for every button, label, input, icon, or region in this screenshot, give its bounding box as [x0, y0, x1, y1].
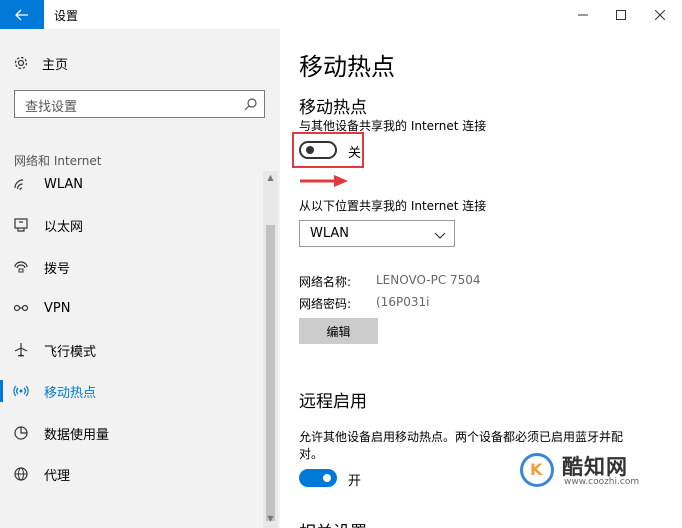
sidebar-home[interactable]: 主页 — [12, 53, 68, 73]
sidebar-item-hotspot[interactable]: 移动热点 — [0, 374, 262, 408]
remote-desc-line2: 对。 — [299, 447, 324, 461]
gear-icon — [12, 54, 30, 72]
dialup-icon — [12, 258, 30, 276]
remote-desc-line1: 允许其他设备启用移动热点。两个设备都必须已启用蓝牙并配 — [299, 430, 624, 444]
maximize-icon — [616, 9, 626, 20]
data-usage-icon — [12, 424, 30, 442]
hotspot-toggle[interactable] — [299, 141, 337, 159]
sidebar-item-label: 代理 — [44, 468, 71, 484]
share-from-value: WLAN — [310, 226, 350, 241]
sidebar-home-label: 主页 — [42, 57, 69, 73]
page-title: 移动热点 — [299, 53, 395, 81]
hotspot-section-title: 移动热点 — [299, 98, 367, 118]
main-content: 移动热点 移动热点 与其他设备共享我的 Internet 连接 关 从以下位置共… — [280, 29, 682, 528]
wifi-icon — [12, 175, 30, 193]
sidebar-item-wlan[interactable]: WLAN — [0, 167, 262, 201]
sidebar-item-label: 移动热点 — [44, 385, 97, 401]
title-bar: 设置 — [0, 0, 682, 29]
close-button[interactable] — [643, 0, 677, 29]
toggle-knob — [306, 146, 314, 154]
scroll-thumb[interactable] — [266, 225, 275, 521]
globe-icon — [12, 465, 30, 483]
ethernet-icon — [12, 216, 30, 234]
sidebar-item-dialup[interactable]: 拨号 — [0, 250, 262, 284]
network-name-label: 网络名称: — [299, 275, 352, 289]
remote-toggle[interactable] — [299, 469, 337, 487]
airplane-icon — [12, 341, 30, 359]
chevron-down-icon — [434, 226, 446, 245]
sidebar-item-label: 数据使用量 — [44, 427, 110, 443]
sidebar-item-ethernet[interactable]: 以太网 — [0, 208, 262, 242]
toggle-knob — [323, 474, 331, 482]
back-arrow-icon — [15, 9, 28, 20]
sidebar-item-label: 以太网 — [44, 219, 84, 235]
edit-button[interactable]: 编辑 — [299, 318, 378, 344]
network-password-value: (16P031i — [376, 295, 430, 309]
remote-toggle-state: 开 — [348, 474, 362, 489]
watermark: K 酷知网 www.coozhi.com — [508, 445, 678, 497]
sidebar-item-data-usage[interactable]: 数据使用量 — [0, 416, 262, 450]
search-input[interactable]: 查找设置 — [14, 90, 265, 118]
minimize-button[interactable] — [566, 0, 600, 29]
back-button[interactable] — [0, 0, 44, 29]
close-icon — [655, 9, 665, 20]
sidebar-item-label: VPN — [44, 300, 71, 316]
scroll-down-icon[interactable]: ▼ — [263, 514, 278, 526]
network-name-value: LENOVO-PC 7504 — [376, 273, 481, 287]
hotspot-icon — [12, 382, 30, 400]
share-from-label: 从以下位置共享我的 Internet 连接 — [299, 199, 487, 213]
minimize-icon — [578, 14, 588, 15]
sidebar-item-label: 拨号 — [44, 261, 71, 277]
hotspot-toggle-state: 关 — [348, 146, 362, 161]
active-indicator — [0, 380, 3, 402]
sidebar-item-label: 飞行模式 — [44, 344, 97, 360]
share-from-dropdown[interactable]: WLAN — [299, 220, 455, 247]
related-settings-title: 相关设置 — [299, 518, 367, 528]
sidebar-item-label: WLAN — [44, 176, 84, 192]
maximize-button[interactable] — [604, 0, 638, 29]
sidebar-scrollbar[interactable]: ▲ ▼ — [263, 171, 278, 528]
remote-section-title: 远程启用 — [299, 392, 367, 412]
sidebar: 主页 查找设置 网络和 Internet WLAN 以太网 拨号 VPN 飞行模… — [0, 29, 280, 528]
scroll-up-icon[interactable]: ▲ — [263, 173, 278, 185]
search-placeholder: 查找设置 — [25, 100, 78, 115]
search-icon — [244, 96, 258, 115]
sidebar-item-vpn[interactable]: VPN — [0, 291, 262, 325]
vpn-icon — [12, 299, 30, 317]
red-arrow-icon — [300, 175, 348, 187]
sidebar-item-airplane[interactable]: 飞行模式 — [0, 333, 262, 367]
window-title: 设置 — [54, 9, 79, 23]
sidebar-item-proxy[interactable]: 代理 — [0, 457, 262, 491]
watermark-url: www.coozhi.com — [564, 477, 640, 487]
network-password-label: 网络密码: — [299, 297, 352, 311]
watermark-logo-icon: K — [520, 453, 554, 487]
